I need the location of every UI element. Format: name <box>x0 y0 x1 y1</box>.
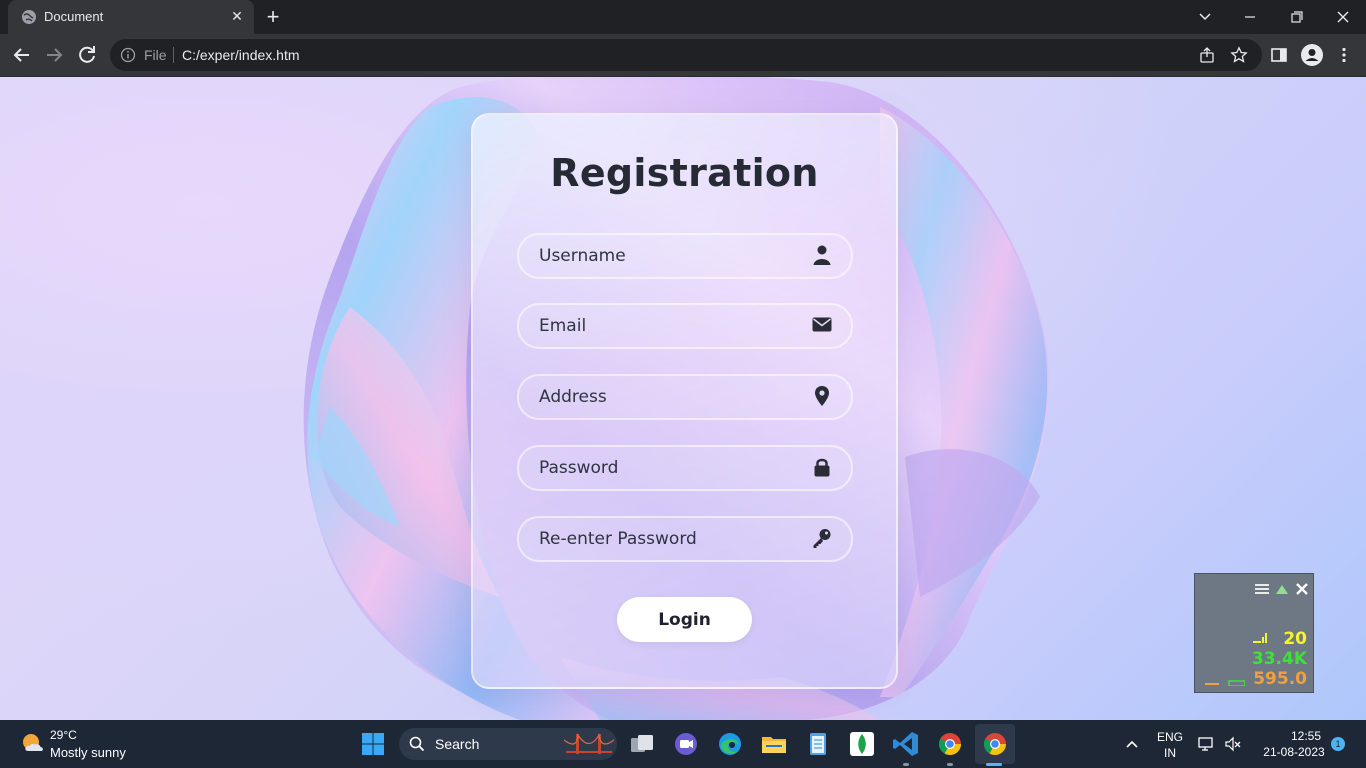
traffic-bars-icon <box>1205 680 1245 686</box>
email-input[interactable] <box>519 305 799 347</box>
envelope-icon <box>812 317 832 332</box>
username-field-wrapper <box>517 233 853 279</box>
reenter-password-input[interactable] <box>519 518 799 560</box>
kebab-menu-icon[interactable] <box>1335 46 1353 64</box>
tab-title: Document <box>44 9 104 24</box>
language-region[interactable]: IN <box>1154 746 1186 760</box>
network-monitor-widget: 20 33.4K 595.0 <box>1194 573 1314 693</box>
reenter-password-field-wrapper <box>517 516 853 562</box>
clock-date[interactable]: 21-08-2023 <box>1254 745 1334 759</box>
chevron-down-icon[interactable] <box>1193 6 1217 28</box>
lock-icon <box>814 458 830 477</box>
file-explorer-icon[interactable] <box>758 728 790 760</box>
profile-icon[interactable] <box>1301 44 1323 66</box>
email-field-wrapper <box>517 303 853 349</box>
netmon-value-1: 20 <box>1283 629 1307 649</box>
page-viewport: Registration Login <box>0 77 1366 720</box>
task-view-icon[interactable] <box>626 728 658 760</box>
chevron-up-icon[interactable] <box>1124 737 1140 751</box>
login-button[interactable]: Login <box>617 597 752 642</box>
address-input[interactable] <box>519 376 799 418</box>
edge-browser-icon[interactable] <box>714 728 746 760</box>
star-icon[interactable] <box>1230 46 1248 64</box>
close-icon[interactable]: ✕ <box>228 7 246 25</box>
tab-document[interactable]: Document ✕ <box>8 0 254 34</box>
plus-icon[interactable]: + <box>262 6 284 28</box>
forward-arrow-icon[interactable] <box>42 43 66 67</box>
weather-sun-cloud-icon[interactable] <box>20 731 46 757</box>
address-field-wrapper <box>517 374 853 420</box>
restore-icon[interactable] <box>1284 6 1308 28</box>
weather-temperature: 29°C <box>50 728 77 742</box>
clock-time[interactable]: 12:55 <box>1278 729 1334 743</box>
running-indicator <box>903 763 909 766</box>
location-pin-icon <box>815 386 829 406</box>
username-input[interactable] <box>519 235 799 277</box>
active-indicator <box>986 763 1002 766</box>
signal-icon <box>1253 633 1267 643</box>
url-text[interactable]: C:/exper/index.htm <box>182 47 300 63</box>
chrome-icon[interactable] <box>934 728 966 760</box>
teams-chat-icon[interactable] <box>670 728 702 760</box>
notepad-icon[interactable] <box>802 728 834 760</box>
taskbar-search[interactable]: Search <box>399 728 617 760</box>
file-label: File <box>144 47 167 63</box>
running-indicator <box>947 763 953 766</box>
form-title: Registration <box>550 151 819 195</box>
password-field-wrapper <box>517 445 853 491</box>
globe-icon <box>22 10 36 24</box>
window-close-icon[interactable] <box>1331 6 1355 28</box>
reload-icon[interactable] <box>75 43 99 67</box>
search-icon <box>409 736 425 752</box>
registration-card: Registration Login <box>471 113 898 689</box>
info-icon[interactable] <box>120 47 136 63</box>
notification-badge[interactable]: 1 <box>1331 737 1345 751</box>
taskbar: 29°C Mostly sunny Search ENG IN 12:55 21… <box>0 720 1366 768</box>
netmon-value-2: 33.4K <box>1251 649 1307 669</box>
chrome-icon[interactable] <box>979 728 1011 760</box>
collapse-arrow-icon[interactable] <box>1275 582 1289 596</box>
network-icon[interactable] <box>1198 736 1216 752</box>
weather-condition: Mostly sunny <box>50 745 126 760</box>
password-input[interactable] <box>519 447 799 489</box>
hamburger-menu-icon[interactable] <box>1255 582 1269 596</box>
speaker-muted-icon[interactable] <box>1224 736 1242 752</box>
address-bar[interactable]: File C:/exper/index.htm <box>110 39 1262 71</box>
mongodb-compass-icon[interactable] <box>846 728 878 760</box>
user-icon <box>813 245 831 265</box>
side-panel-icon[interactable] <box>1270 46 1288 64</box>
browser-toolbar: File C:/exper/index.htm <box>0 34 1366 77</box>
bridge-highlight-icon <box>564 733 614 754</box>
key-icon <box>813 529 831 548</box>
tab-bar: Document ✕ + <box>0 0 1366 34</box>
minimize-icon[interactable] <box>1238 6 1262 28</box>
back-arrow-icon[interactable] <box>10 43 34 67</box>
vscode-icon[interactable] <box>890 728 922 760</box>
close-icon[interactable] <box>1295 582 1309 596</box>
search-label: Search <box>435 736 480 752</box>
divider <box>173 47 174 63</box>
language-code[interactable]: ENG <box>1154 730 1186 744</box>
share-icon[interactable] <box>1198 46 1216 64</box>
windows-start-icon[interactable] <box>357 728 389 760</box>
netmon-value-3: 595.0 <box>1253 669 1307 689</box>
